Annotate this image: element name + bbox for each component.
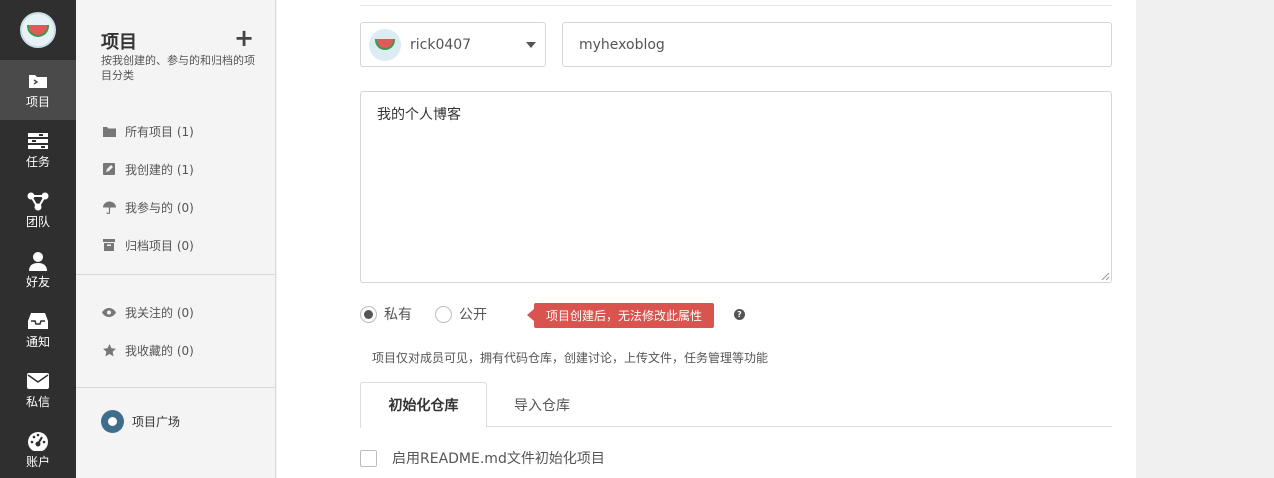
folder-icon: [101, 126, 117, 137]
nav-label: 任务: [25, 154, 50, 169]
tab-init-repo[interactable]: 初始化仓库: [360, 382, 487, 428]
radio-label: 公开: [459, 307, 487, 323]
envelope-icon: [27, 371, 49, 391]
nav-label: 好友: [25, 274, 50, 289]
sidebar-item-label: 我创建的 (1): [125, 162, 194, 177]
sidebar-item-label: 我收藏的 (0): [125, 343, 194, 358]
project-filter-list: 所有项目 (1) 我创建的 (1) 我参与的 (0) 归档项目 (0): [101, 112, 194, 264]
help-icon[interactable]: ?: [734, 309, 745, 320]
private-radio[interactable]: 私有: [360, 304, 412, 324]
visibility-description: 项目仅对成员可见，拥有代码仓库，创建讨论，上传文件，任务管理等功能: [372, 351, 769, 365]
public-radio[interactable]: 公开: [435, 304, 487, 324]
nav-item-account[interactable]: 账户: [0, 420, 76, 478]
resize-handle-icon[interactable]: [1101, 272, 1110, 281]
page-gutter: [1136, 0, 1274, 478]
sidebar-divider: [76, 274, 276, 275]
sidebar-item-archived[interactable]: 归档项目 (0): [101, 226, 194, 264]
sidebar-item-label: 所有项目 (1): [125, 124, 194, 139]
nav-label: 项目: [25, 94, 50, 109]
repo-tabs: 初始化仓库 导入仓库: [360, 382, 1112, 428]
nav-label: 账户: [25, 454, 50, 469]
visibility-warning-tooltip: 项目创建后，无法修改此属性: [526, 303, 715, 328]
folder-icon: [27, 71, 49, 91]
add-project-button[interactable]: +: [234, 24, 254, 52]
sidebar-item-watching[interactable]: 我关注的 (0): [101, 293, 194, 331]
inbox-icon: [27, 311, 49, 331]
radio-unselected-icon: [435, 305, 452, 323]
archive-icon: [101, 239, 117, 251]
nav-item-projects[interactable]: 项目: [0, 60, 76, 120]
tab-import-repo[interactable]: 导入仓库: [487, 382, 597, 427]
nav-item-messages[interactable]: 私信: [0, 360, 76, 420]
nav-item-friends[interactable]: 好友: [0, 240, 76, 300]
app-logo[interactable]: [0, 0, 76, 60]
sidebar-item-starred[interactable]: 我收藏的 (0): [101, 331, 194, 369]
sidebar-item-label: 我参与的 (0): [125, 200, 194, 215]
nav-item-notifications[interactable]: 通知: [0, 300, 76, 360]
readme-checkbox-row[interactable]: 启用README.md文件初始化项目: [360, 448, 605, 468]
readme-checkbox[interactable]: [360, 449, 377, 467]
project-description-textarea[interactable]: 我的个人博客: [360, 91, 1112, 283]
star-icon: [101, 343, 117, 357]
team-icon: [27, 191, 49, 211]
tasks-icon: [27, 131, 49, 151]
project-name-input[interactable]: [562, 22, 1112, 67]
readme-checkbox-label: 启用README.md文件初始化项目: [392, 451, 605, 467]
main-nav: 项目 任务 团队 好友 通知 私信 账户: [0, 0, 76, 478]
watermelon-logo-icon: [20, 12, 56, 48]
form-divider: [360, 5, 1112, 6]
chevron-down-icon: [526, 41, 536, 48]
sidebar-divider: [76, 387, 276, 388]
radio-label: 私有: [384, 307, 412, 323]
nav-item-tasks[interactable]: 任务: [0, 120, 76, 180]
sidebar-item-label: 项目广场: [132, 415, 181, 429]
umbrella-icon: [101, 201, 117, 214]
sidebar-item-label: 我关注的 (0): [125, 305, 194, 320]
sidebar-item-created[interactable]: 我创建的 (1): [101, 150, 194, 188]
sidebar-item-label: 归档项目 (0): [125, 238, 194, 253]
sidebar-item-participated[interactable]: 我参与的 (0): [101, 188, 194, 226]
nav-label: 私信: [25, 394, 50, 409]
nav-item-team[interactable]: 团队: [0, 180, 76, 240]
visibility-radio-group: 私有 公开: [360, 302, 510, 326]
dashboard-icon: [27, 431, 49, 451]
owner-name: rick0407: [410, 36, 472, 53]
edit-icon: [101, 163, 117, 175]
nav-label: 通知: [25, 334, 50, 349]
radio-selected-icon: [360, 305, 377, 323]
sidebar-subtitle: 按我创建的、参与的和归档的项目分类: [101, 54, 255, 82]
sidebar-item-all-projects[interactable]: 所有项目 (1): [101, 112, 194, 150]
project-follow-list: 我关注的 (0) 我收藏的 (0): [101, 293, 194, 369]
nav-label: 团队: [25, 214, 50, 229]
user-icon: [27, 251, 49, 271]
new-project-form: rick0407 我的个人博客 私有 公开 项目创建后，无法修改此属性 ? 项目…: [277, 0, 1136, 478]
project-sidebar: 项目 + 按我创建的、参与的和归档的项目分类 所有项目 (1) 我创建的 (1)…: [76, 0, 276, 478]
sidebar-item-plaza[interactable]: 项目广场: [101, 410, 180, 433]
compass-icon: [101, 410, 124, 433]
avatar: [369, 28, 401, 61]
eye-icon: [101, 307, 117, 317]
owner-select[interactable]: rick0407: [360, 22, 546, 67]
sidebar-title: 项目: [101, 32, 137, 53]
